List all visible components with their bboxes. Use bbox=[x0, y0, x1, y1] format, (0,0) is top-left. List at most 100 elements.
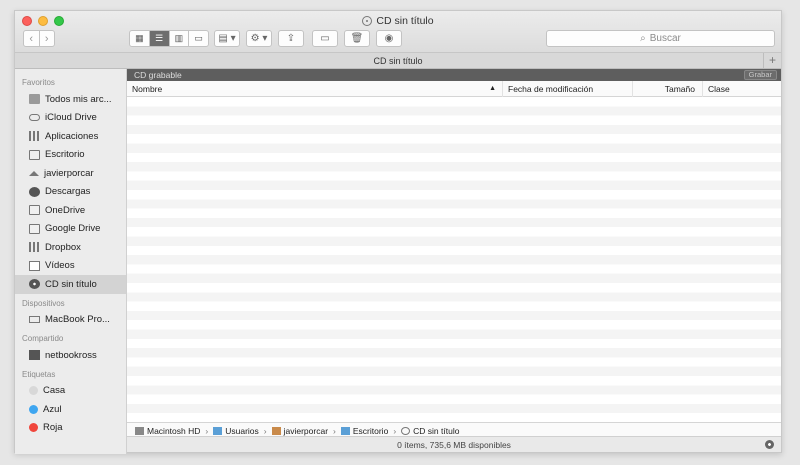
sidebar-item-label: Google Drive bbox=[45, 223, 101, 235]
file-rows[interactable] bbox=[127, 97, 781, 426]
column-view-button[interactable]: ▥ bbox=[168, 31, 189, 46]
sidebar-item[interactable]: iCloud Drive bbox=[15, 109, 126, 128]
tags-button[interactable]: ▭ bbox=[312, 30, 338, 47]
sidebar-item-label: CD sin título bbox=[45, 278, 97, 290]
tag-dot-icon bbox=[29, 404, 38, 414]
folder-icon bbox=[29, 223, 40, 234]
search-field[interactable]: ⌕ Buscar bbox=[546, 30, 775, 47]
sidebar-item[interactable]: Todos mis arc... bbox=[15, 90, 126, 109]
home-icon bbox=[29, 170, 39, 176]
burn-button[interactable]: Grabar bbox=[743, 70, 777, 80]
sidebar-item[interactable]: Casa bbox=[15, 382, 126, 401]
trash-icon: 🗑 bbox=[350, 33, 364, 44]
sidebar-item[interactable]: Azul bbox=[15, 400, 126, 419]
tag-icon: ▭ bbox=[320, 33, 330, 44]
icon-view-button[interactable]: ▦ bbox=[130, 31, 149, 46]
file-list: CD grabable Grabar Nombre ▲ Fecha de mod… bbox=[127, 69, 781, 426]
path-item[interactable]: Usuarios bbox=[225, 426, 259, 436]
column-date-label: Fecha de modificación bbox=[508, 84, 594, 94]
dropbox-icon bbox=[29, 242, 40, 253]
action-label: ⚙ ▾ bbox=[250, 33, 268, 44]
monitor-icon bbox=[29, 350, 40, 361]
sidebar-item-label: OneDrive bbox=[45, 204, 86, 216]
finder-window: CD sin título ‹ › ▦ ☰ ▥ ▭ ▤ ▾ ⚙ ▾ ⇪ ▭ 🗑 … bbox=[14, 10, 782, 454]
sidebar-item[interactable]: Escritorio bbox=[15, 146, 126, 165]
search-placeholder: Buscar bbox=[649, 33, 681, 44]
sidebar-item[interactable]: Vídeos bbox=[15, 257, 126, 276]
forward-button[interactable]: › bbox=[38, 31, 55, 46]
delete-button[interactable]: 🗑 bbox=[344, 30, 370, 47]
column-name-label: Nombre bbox=[132, 84, 163, 94]
sort-ascending-icon: ▲ bbox=[489, 85, 496, 92]
tag-dot-icon bbox=[29, 386, 38, 396]
sidebar-item-label: Vídeos bbox=[45, 260, 75, 272]
chevron-right-icon: › bbox=[44, 32, 49, 45]
sidebar-item[interactable]: Dropbox bbox=[15, 238, 126, 257]
arrange-button[interactable]: ▤ ▾ bbox=[214, 30, 240, 47]
applications-icon bbox=[29, 131, 40, 142]
sidebar-item[interactable]: MacBook Pro... bbox=[15, 311, 126, 330]
list-view-button[interactable]: ☰ bbox=[148, 31, 169, 46]
path-item-icon bbox=[135, 426, 144, 435]
status-bar: 0 ítems, 735,6 MB disponibles bbox=[127, 436, 781, 452]
share-button[interactable]: ⇪ bbox=[278, 30, 304, 47]
cd-icon bbox=[29, 279, 40, 290]
cd-info-bar: CD grabable Grabar bbox=[127, 69, 781, 81]
share-icon: ⇪ bbox=[286, 33, 296, 44]
sidebar-item-label: iCloud Drive bbox=[45, 112, 97, 124]
sidebar-item[interactable]: Google Drive bbox=[15, 220, 126, 239]
sidebar-item-label: Todos mis arc... bbox=[45, 93, 112, 105]
column-kind-label: Clase bbox=[708, 84, 730, 94]
sidebar-item[interactable]: OneDrive bbox=[15, 201, 126, 220]
tab-label[interactable]: CD sin título bbox=[373, 56, 422, 66]
sidebar-item[interactable]: javierporcar bbox=[15, 164, 126, 183]
sidebar-item[interactable]: Descargas bbox=[15, 183, 126, 202]
laptop-icon bbox=[29, 316, 40, 324]
sidebar-item[interactable]: netbookross bbox=[15, 346, 126, 365]
title-bar: CD sin título ‹ › ▦ ☰ ▥ ▭ ▤ ▾ ⚙ ▾ ⇪ ▭ 🗑 … bbox=[15, 11, 781, 53]
path-separator-icon: › bbox=[205, 425, 209, 436]
quicklook-button[interactable]: ◉ bbox=[376, 30, 402, 47]
view-switcher: ▦ ☰ ▥ ▭ bbox=[129, 30, 209, 47]
sidebar-item[interactable]: CD sin título bbox=[15, 275, 126, 294]
sidebar-section-title: Favoritos bbox=[22, 78, 55, 87]
arrange-label: ▤ ▾ bbox=[218, 33, 236, 44]
sidebar-item-label: Casa bbox=[43, 385, 66, 397]
nav-buttons: ‹ › bbox=[23, 30, 55, 47]
sidebar-section-title: Compartido bbox=[22, 334, 64, 343]
tab-bar: CD sin título + bbox=[15, 53, 781, 69]
path-item-icon bbox=[271, 426, 281, 435]
folder-icon bbox=[29, 205, 40, 216]
new-tab-button[interactable]: + bbox=[763, 53, 781, 69]
sidebar-item-label: Escritorio bbox=[45, 149, 85, 161]
column-header: Nombre ▲ Fecha de modificación Tamaño Cl… bbox=[127, 81, 781, 97]
action-button[interactable]: ⚙ ▾ bbox=[246, 30, 272, 47]
column-name[interactable]: Nombre ▲ bbox=[127, 81, 503, 97]
column-size-label: Tamaño bbox=[664, 84, 695, 94]
tag-dot-icon bbox=[29, 423, 38, 433]
sidebar-item[interactable]: Roja bbox=[15, 419, 126, 438]
sidebar-item-label: MacBook Pro... bbox=[45, 314, 110, 326]
chevron-left-icon: ‹ bbox=[29, 32, 34, 45]
column-size[interactable]: Tamaño bbox=[633, 81, 703, 97]
sidebar-item-label: Dropbox bbox=[45, 241, 81, 253]
coverflow-view-button[interactable]: ▭ bbox=[188, 31, 208, 46]
path-item[interactable]: Escritorio bbox=[353, 426, 388, 436]
toolbar: ‹ › ▦ ☰ ▥ ▭ ▤ ▾ ⚙ ▾ ⇪ ▭ 🗑 ◉ ⌕ Buscar bbox=[15, 30, 781, 48]
path-item[interactable]: CD sin título bbox=[413, 426, 459, 436]
path-separator-icon: › bbox=[393, 425, 397, 436]
sidebar-item[interactable]: Aplicaciones bbox=[15, 127, 126, 146]
back-button[interactable]: ‹ bbox=[24, 31, 39, 46]
path-item[interactable]: Macintosh HD bbox=[147, 426, 200, 436]
sidebar-section-title: Etiquetas bbox=[22, 369, 56, 379]
sidebar-item-label: javierporcar bbox=[44, 167, 94, 179]
cd-bar-label: CD grabable bbox=[134, 70, 182, 80]
path-item[interactable]: javierporcar bbox=[284, 426, 328, 436]
eye-icon: ◉ bbox=[384, 33, 394, 44]
column-date[interactable]: Fecha de modificación bbox=[503, 81, 633, 97]
film-icon bbox=[29, 260, 40, 271]
column-kind[interactable]: Clase bbox=[703, 81, 783, 97]
burn-disc-icon[interactable] bbox=[765, 440, 774, 449]
path-item-icon bbox=[213, 426, 223, 435]
downloads-icon bbox=[29, 186, 40, 197]
